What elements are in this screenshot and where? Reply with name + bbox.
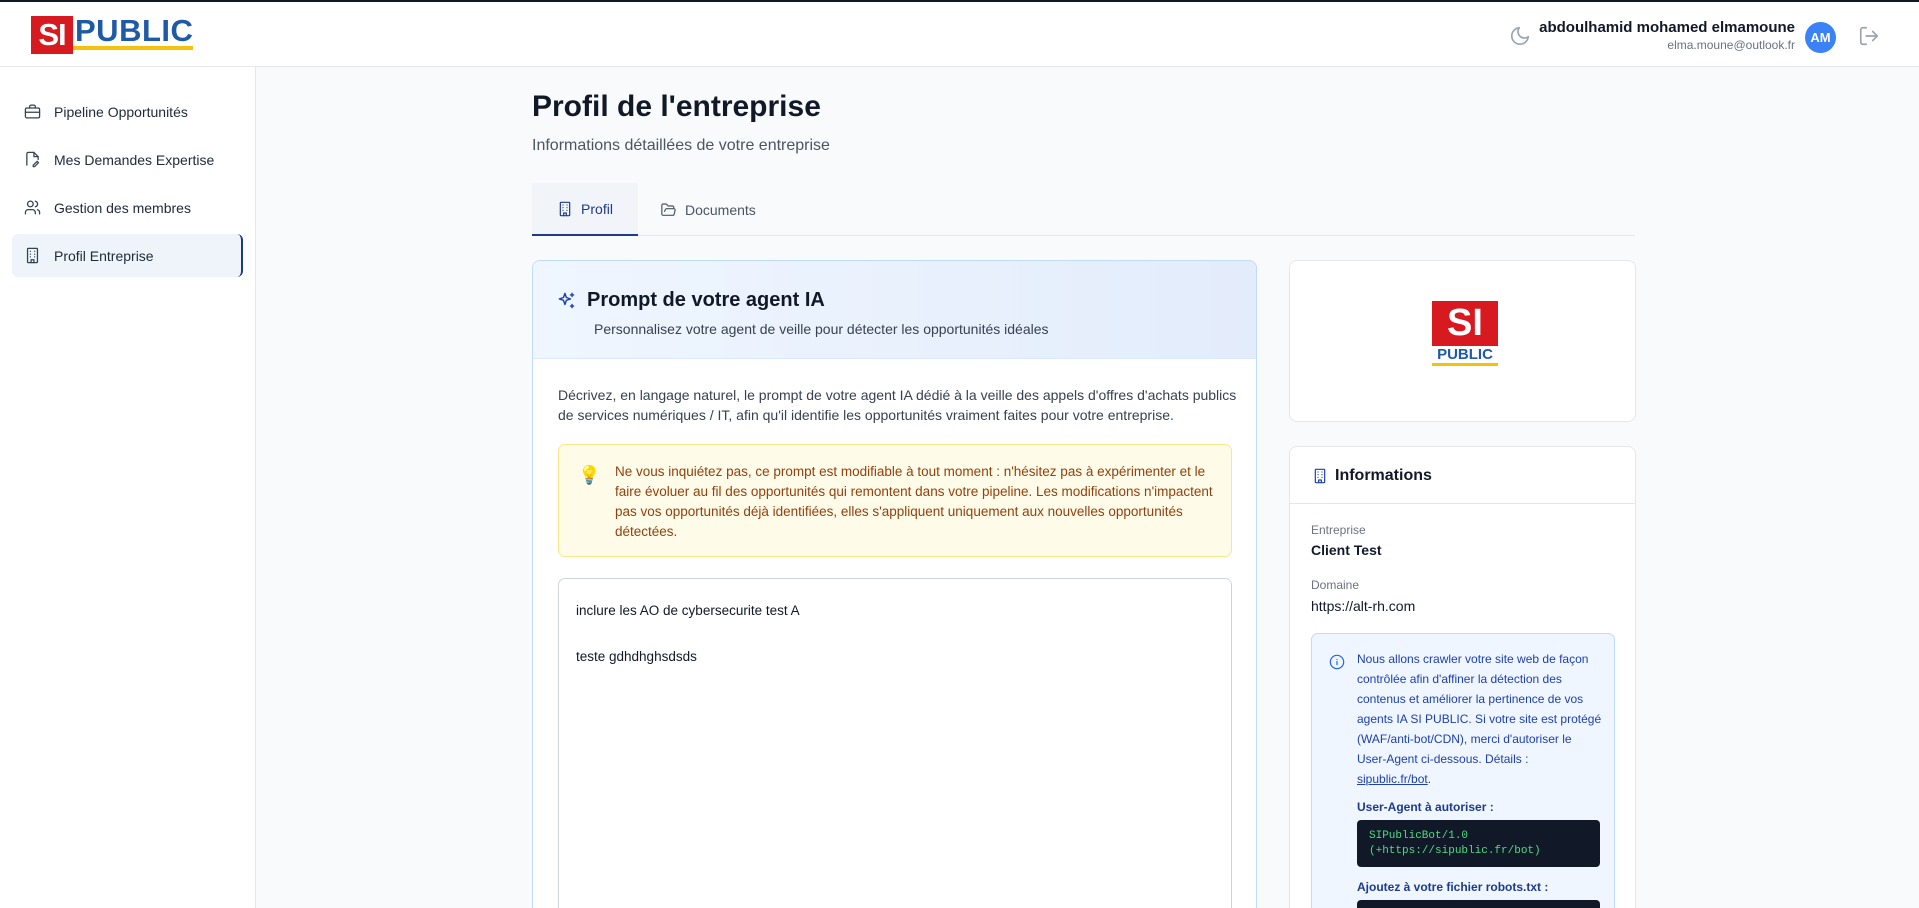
crawl-notice: Nous allons crawler votre site web de fa… [1311,633,1615,908]
top-bar: SI PUBLIC abdoulhamid mohamed elmamoune … [0,0,1919,67]
building-icon [1314,468,1326,484]
page-title: Profil de l'entreprise [532,90,821,123]
prompt-textarea[interactable] [558,578,1232,908]
logo-public: PUBLIC [73,13,194,50]
tip-banner: 💡 Ne vous inquiétez pas, ce prompt est m… [558,444,1232,557]
sidebar: Pipeline Opportunités Mes Demandes Exper… [0,67,256,908]
company-logo-public: PUBLIC [1432,346,1498,366]
briefcase-icon [24,104,41,119]
prompt-card: Prompt de votre agent IA Personnalisez v… [532,260,1257,908]
sidebar-item-label: Profil Entreprise [54,247,154,264]
user-email: elma.moune@outlook.fr [1667,38,1795,52]
prompt-card-header: Prompt de votre agent IA Personnalisez v… [533,261,1256,359]
page-subtitle: Informations détaillées de votre entrepr… [532,137,830,154]
file-edit-icon [26,151,40,168]
info-card: Informations Entreprise Client Test Doma… [1289,446,1636,908]
company-logo: SI PUBLIC [1432,301,1498,366]
entreprise-value: Client Test [1311,542,1382,558]
building-icon [559,201,571,216]
folder-open-icon [661,202,676,216]
logo-si: SI [31,16,73,54]
tab-bar: Profil Documents [532,183,1635,236]
user-name: abdoulhamid mohamed elmamoune [1539,19,1795,36]
sidebar-item-label: Pipeline Opportunités [54,103,188,120]
bot-details-link[interactable]: sipublic.fr/bot [1357,772,1428,786]
moon-icon[interactable] [1509,25,1531,47]
domaine-value: https://alt-rh.com [1311,598,1416,614]
logout-icon[interactable] [1858,25,1880,47]
tab-documents[interactable]: Documents [660,183,770,236]
robots-code[interactable] [1357,900,1600,908]
info-title: Informations [1335,467,1432,484]
lightbulb-icon: 💡 [578,465,601,485]
sidebar-item-profil-entreprise[interactable]: Profil Entreprise [12,234,243,277]
tip-text: Ne vous inquiétez pas, ce prompt est mod… [615,464,1213,539]
entreprise-label: Entreprise [1311,523,1366,537]
tab-label: Documents [685,201,756,218]
robots-label: Ajoutez à votre fichier robots.txt : [1357,880,1549,894]
sidebar-item-pipeline[interactable]: Pipeline Opportunités [12,90,243,133]
prompt-description: Décrivez, en langage naturel, le prompt … [558,387,1237,423]
sidebar-item-label: Mes Demandes Expertise [54,151,215,168]
sidebar-item-demandes-expertise[interactable]: Mes Demandes Expertise [12,138,243,181]
user-info: abdoulhamid mohamed elmamoune elma.moune… [1539,18,1795,54]
user-agent-code[interactable]: SIPublicBot/1.0 (+https://sipublic.fr/bo… [1357,820,1600,867]
tab-label: Profil [581,200,613,217]
avatar[interactable]: AM [1805,22,1836,53]
domaine-label: Domaine [1311,578,1360,592]
company-logo-si: SI [1432,301,1498,346]
user-agent-label: User-Agent à autoriser : [1357,800,1494,814]
sidebar-item-label: Gestion des membres [54,199,191,216]
info-card-header: Informations [1290,447,1635,504]
users-icon [24,200,41,215]
crawl-text: Nous allons crawler votre site web de fa… [1357,652,1602,786]
app-logo[interactable]: SI PUBLIC [31,13,194,54]
tab-profil[interactable]: Profil [532,183,638,236]
prompt-title: Prompt de votre agent IA [587,289,825,311]
sidebar-item-membres[interactable]: Gestion des membres [12,186,243,229]
info-icon [1329,654,1345,670]
sparkles-icon [558,292,575,309]
prompt-subtitle: Personnalisez votre agent de veille pour… [594,321,1049,337]
company-logo-card: SI PUBLIC [1289,260,1636,422]
building-icon [26,247,39,264]
